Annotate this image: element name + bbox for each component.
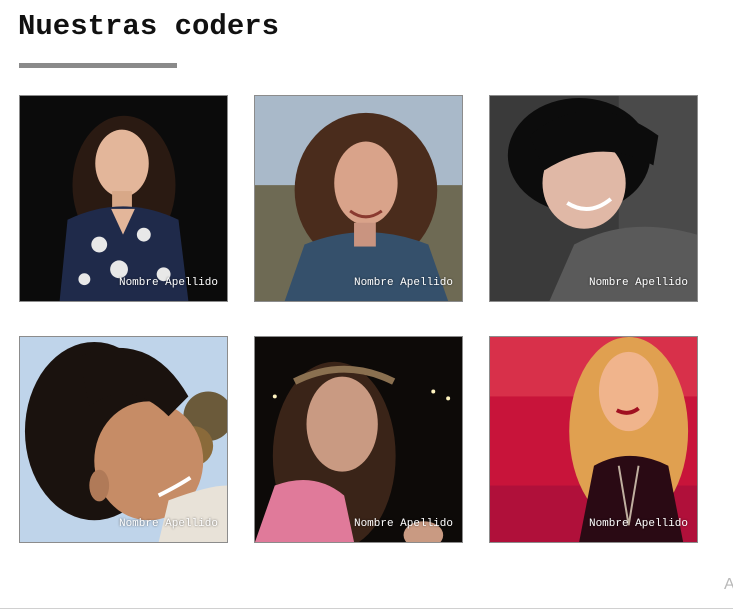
coder-card[interactable]: Nombre Apellido [19,95,228,302]
coder-photo [255,337,462,542]
coder-photo [490,337,697,542]
coder-name: Nombre Apellido [588,277,688,289]
coder-name: Nombre Apellido [118,277,218,289]
page-title: Nuestras coders [18,10,280,43]
footer-divider [0,608,733,609]
coder-name: Nombre Apellido [118,518,218,530]
coder-photo [255,96,462,301]
coder-card[interactable]: Nombre Apellido [19,336,228,543]
coder-card[interactable]: Nombre Apellido [489,95,698,302]
coder-card[interactable]: Nombre Apellido [254,336,463,543]
coder-photo [20,337,227,542]
coder-photo [20,96,227,301]
coder-name: Nombre Apellido [588,518,688,530]
coder-card[interactable]: Nombre Apellido [489,336,698,543]
title-underline [19,63,177,68]
coder-photo [490,96,697,301]
coder-name: Nombre Apellido [353,277,453,289]
edge-glyph: A [724,576,733,593]
coder-name: Nombre Apellido [353,518,453,530]
coder-card[interactable]: Nombre Apellido [254,95,463,302]
